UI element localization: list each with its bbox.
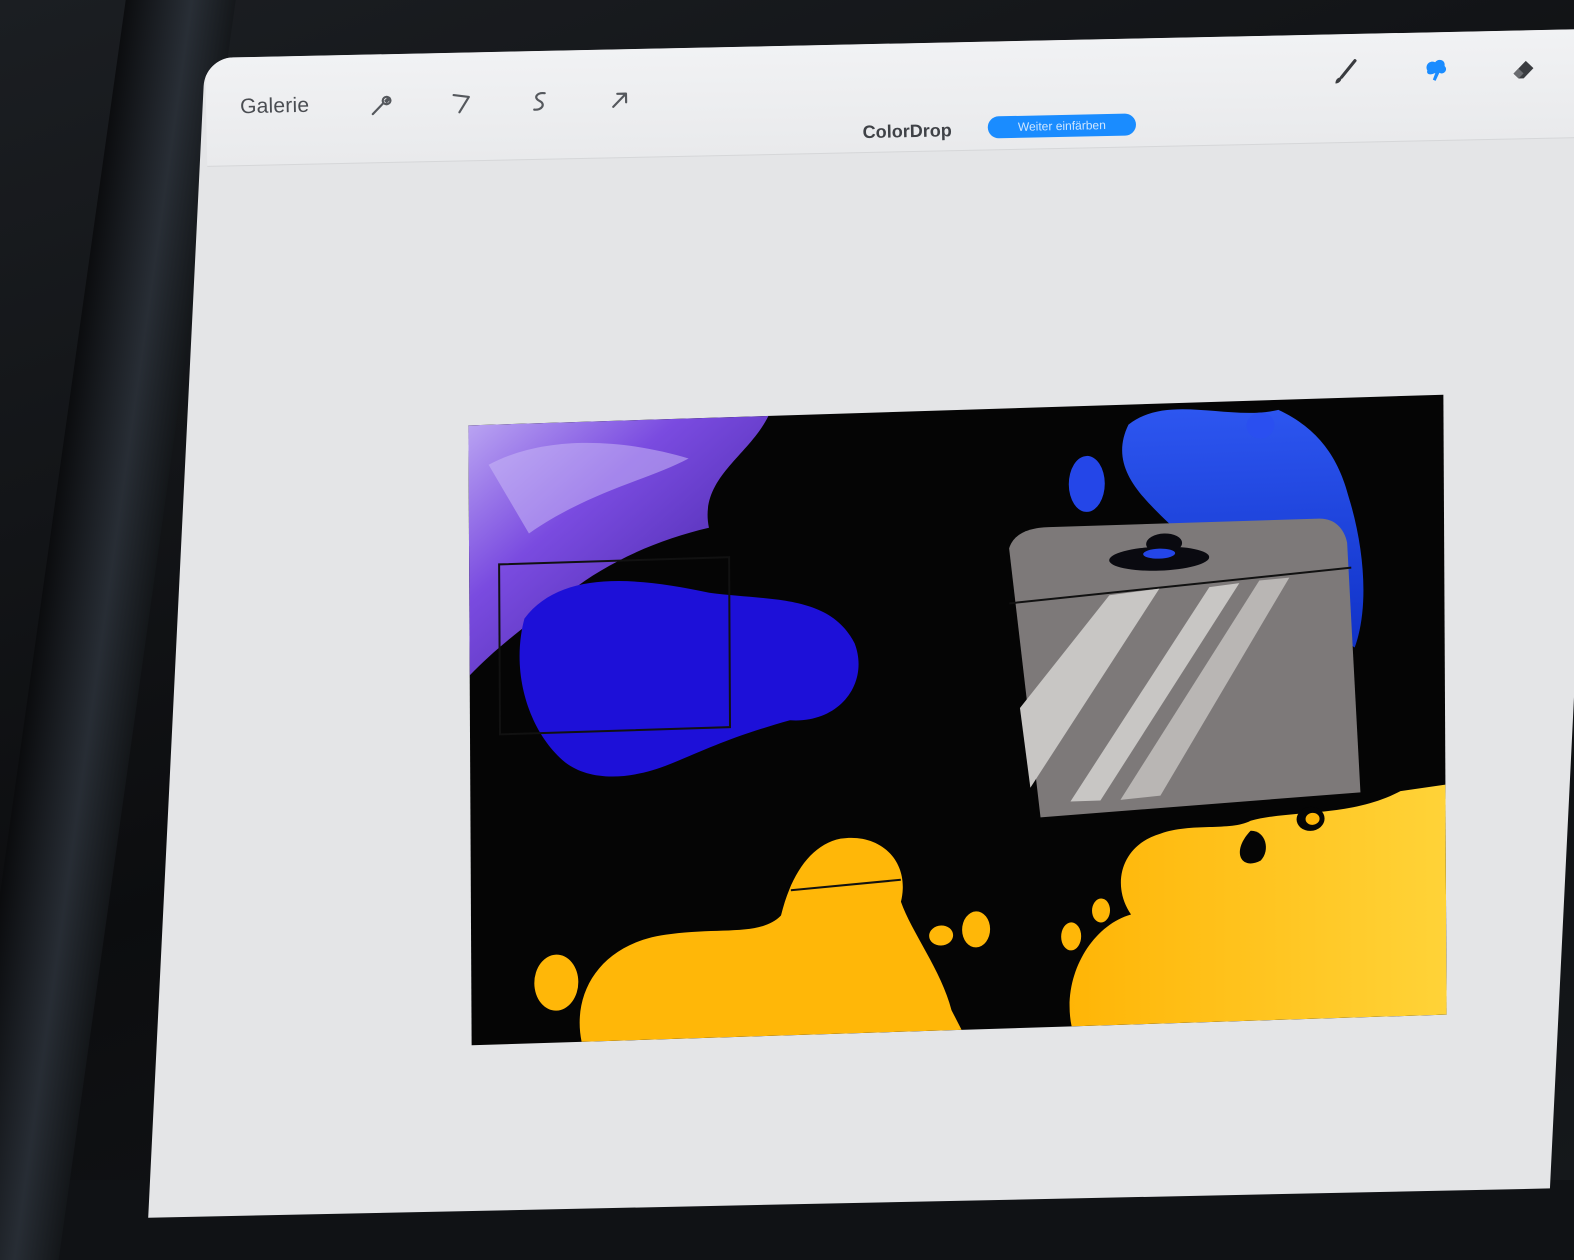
magic-wand-icon[interactable] [446, 88, 477, 119]
blue-paint-shape [519, 581, 859, 777]
brush-icon[interactable] [1327, 54, 1364, 91]
transform-arrow-icon[interactable] [604, 85, 635, 116]
continue-fill-button[interactable]: Weiter einfärben [987, 113, 1137, 139]
colordrop-label: ColorDrop [862, 120, 952, 143]
wrench-icon[interactable] [366, 90, 397, 121]
gallery-button[interactable]: Galerie [240, 94, 310, 119]
yellow-paint-shape-left [579, 837, 962, 1042]
selection-icon[interactable] [524, 87, 555, 118]
eraser-icon[interactable] [1505, 50, 1542, 87]
yellow-paint-shape-right [1069, 784, 1447, 1027]
drawing-canvas[interactable] [468, 394, 1447, 1046]
artwork [468, 409, 1447, 1042]
smudge-icon[interactable] [1417, 52, 1454, 89]
